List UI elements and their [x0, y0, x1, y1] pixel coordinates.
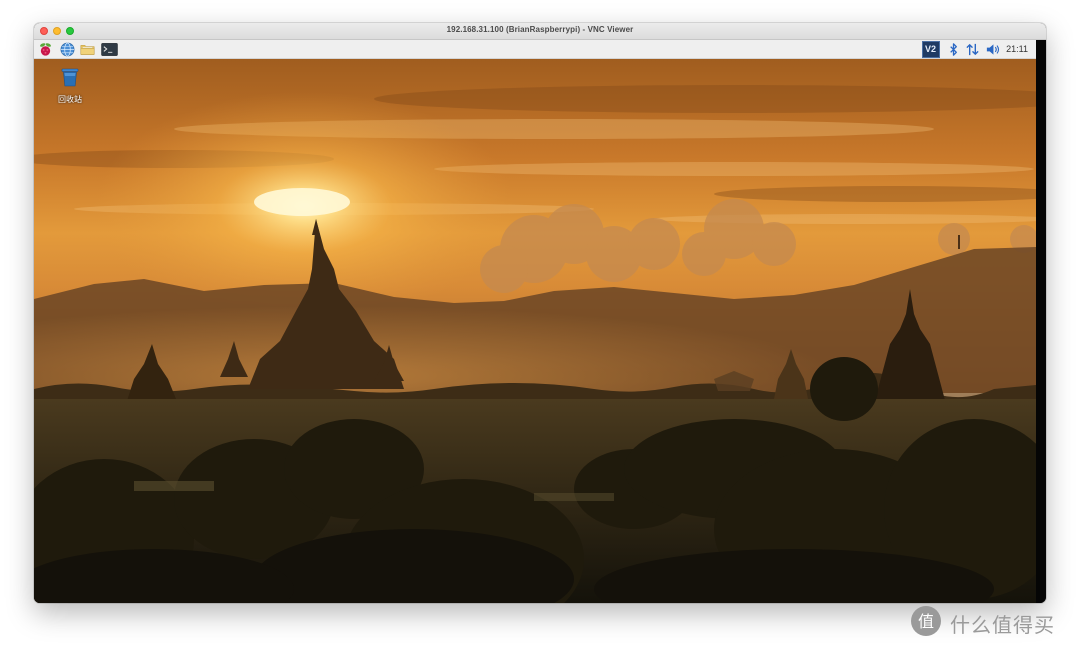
volume-icon[interactable]: [985, 42, 1000, 57]
desktop-wallpaper: [34, 59, 1036, 603]
terminal-icon[interactable]: [101, 42, 118, 57]
network-icon[interactable]: [965, 42, 980, 57]
vnc-viewer-window: 192.168.31.100 (BrianRaspberrypi) - VNC …: [34, 23, 1046, 603]
raspberry-pi-taskbar: V2 21:11: [34, 40, 1036, 59]
vnc-server-label: V2: [925, 44, 937, 54]
vnc-server-icon[interactable]: V2: [922, 41, 940, 58]
bluetooth-icon[interactable]: [946, 42, 961, 57]
web-browser-icon[interactable]: [60, 42, 75, 57]
window-titlebar[interactable]: 192.168.31.100 (BrianRaspberrypi) - VNC …: [34, 23, 1046, 40]
trash-icon: [61, 68, 79, 87]
desktop-icon-trash[interactable]: 回收站: [52, 66, 88, 105]
taskbar-clock[interactable]: 21:11: [1006, 44, 1028, 54]
desktop-icon-label: 回收站: [58, 95, 82, 104]
watermark-text: 什么值得买: [950, 613, 1055, 637]
remote-desktop[interactable]: V2 21:11 回收站: [34, 40, 1036, 603]
file-manager-icon[interactable]: [80, 42, 95, 57]
svg-text:值: 值: [918, 612, 934, 631]
raspberry-menu-icon[interactable]: [38, 42, 53, 57]
viewer-edge: [1036, 40, 1046, 603]
watermark-logo-icon: 值: [911, 606, 941, 636]
window-title: 192.168.31.100 (BrianRaspberrypi) - VNC …: [446, 25, 634, 34]
